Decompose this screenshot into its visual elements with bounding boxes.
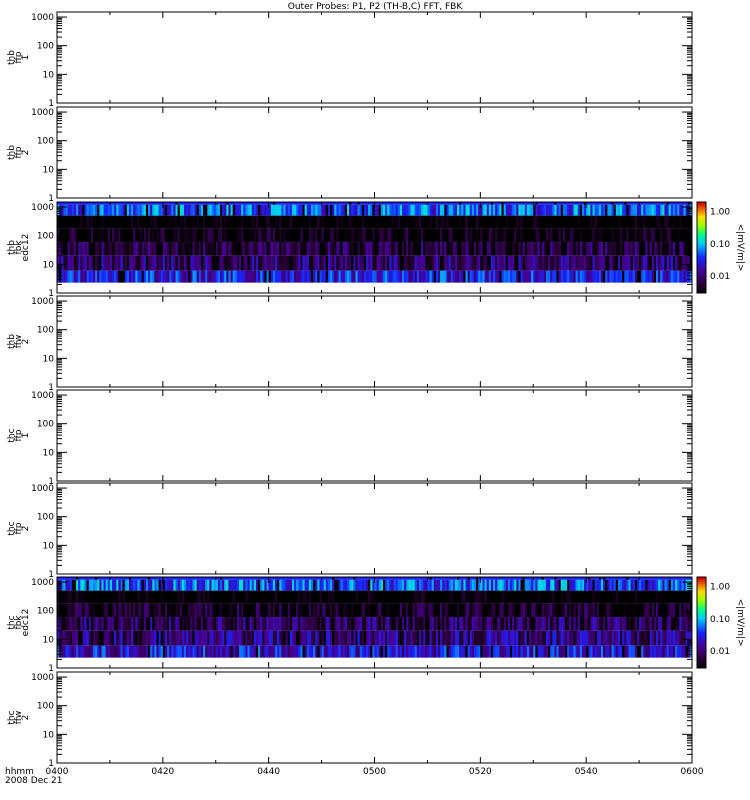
panel-frame	[56, 482, 693, 575]
colorbar-tick-label: 1.00	[710, 583, 730, 593]
panel-frame	[56, 389, 693, 482]
y-tick-label: 1000	[31, 578, 54, 588]
chart-title: Outer Probes: P1, P2 (TH-B,C) FFT, FBK	[288, 2, 464, 12]
colorbar-tick-label: 0.10	[710, 240, 730, 250]
y-tick-label: 10	[43, 354, 55, 364]
y-tick-label: 1000	[31, 203, 54, 213]
y-tick-label: 1000	[31, 108, 54, 118]
y-tick-label: 10	[43, 165, 55, 175]
panel-frame	[56, 671, 693, 764]
panel-label: 2	[21, 339, 31, 345]
y-tick-label: 10	[43, 541, 55, 551]
colorbar-tick-label: 0.01	[710, 647, 730, 657]
y-tick-label: 10	[43, 70, 55, 80]
y-tick-label: 100	[37, 137, 54, 147]
y-tick-label: 100	[37, 232, 54, 242]
y-tick-label: 100	[37, 420, 54, 430]
y-tick-label: 1000	[31, 13, 54, 23]
y-tick-label: 1000	[31, 673, 54, 683]
colorbar-tick-label: 1.00	[710, 208, 730, 218]
panel-frame	[56, 11, 693, 104]
y-tick-label: 10	[43, 448, 55, 458]
panel-label: edc12	[21, 234, 31, 262]
y-tick-label: 10	[43, 730, 55, 740]
colorbar-label: <|mV/m|>	[735, 224, 745, 272]
panel-label: edc12	[21, 609, 31, 637]
panel-label: 2	[21, 150, 31, 156]
y-tick-label: 1000	[31, 391, 54, 401]
y-tick-label: 100	[37, 326, 54, 336]
colorbar-label: <|mV/m|>	[735, 599, 745, 647]
plot-canvas: Outer Probes: P1, P2 (TH-B,C) FFT, FBK 1…	[5, 2, 745, 786]
panel-frame	[56, 106, 693, 199]
y-tick-label: 100	[37, 607, 54, 617]
colorbar-tick-label: 0.10	[710, 615, 730, 625]
y-tick-label: 1000	[31, 297, 54, 307]
y-tick-label: 1000	[31, 484, 54, 494]
panel-label: 2	[21, 526, 31, 532]
panel-label: 1	[21, 55, 31, 61]
panel-frame	[56, 295, 693, 388]
themis-fft-fbk-plot: Outer Probes: P1, P2 (TH-B,C) FFT, FBK 1…	[0, 0, 750, 800]
y-tick-label: 10	[43, 260, 55, 270]
y-tick-label: 100	[37, 513, 54, 523]
y-tick-label: 100	[37, 42, 54, 52]
colorbar-tick-label: 0.01	[710, 272, 730, 282]
y-tick-label: 100	[37, 702, 54, 712]
panel-label: 1	[21, 433, 31, 439]
y-tick-label: 10	[43, 635, 55, 645]
